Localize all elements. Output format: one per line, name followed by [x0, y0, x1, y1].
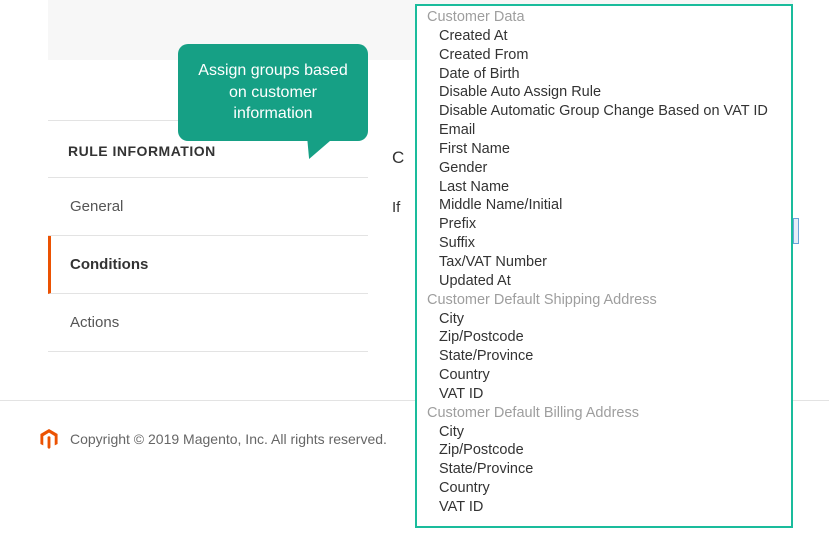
dropdown-option[interactable]: Suffix: [417, 234, 791, 253]
dropdown-group-label: Customer Default Shipping Address: [417, 291, 791, 310]
dropdown-option[interactable]: Middle Name/Initial: [417, 196, 791, 215]
magento-logo-icon: [40, 429, 58, 449]
dropdown-option[interactable]: VAT ID: [417, 498, 791, 517]
dropdown-option[interactable]: Country: [417, 366, 791, 385]
dropdown-option[interactable]: Zip/Postcode: [417, 328, 791, 347]
dropdown-option[interactable]: State/Province: [417, 347, 791, 366]
dropdown-option[interactable]: Email: [417, 121, 791, 140]
dropdown-group-label: Customer Data: [417, 8, 791, 27]
dropdown-option[interactable]: City: [417, 423, 791, 442]
section-heading-initial: C: [392, 148, 404, 168]
dropdown-option[interactable]: Created From: [417, 46, 791, 65]
dropdown-option[interactable]: State/Province: [417, 460, 791, 479]
dropdown-option[interactable]: First Name: [417, 140, 791, 159]
dropdown-option[interactable]: Country: [417, 479, 791, 498]
dropdown-option[interactable]: Disable Auto Assign Rule: [417, 83, 791, 102]
dropdown-option[interactable]: VAT ID: [417, 385, 791, 404]
condition-if-label: If: [392, 199, 400, 216]
tooltip-callout: Assign groups based on customer informat…: [178, 44, 368, 141]
nav-item-general[interactable]: General: [48, 178, 368, 236]
dropdown-group-label: Customer Default Billing Address: [417, 404, 791, 423]
nav-item-conditions[interactable]: Conditions: [48, 236, 368, 294]
dropdown-option[interactable]: Zip/Postcode: [417, 441, 791, 460]
select-handle-icon: [793, 218, 799, 244]
nav-item-actions[interactable]: Actions: [48, 294, 368, 352]
copyright-text: Copyright © 2019 Magento, Inc. All right…: [70, 431, 387, 447]
tooltip-text: Assign groups based on customer informat…: [198, 62, 347, 122]
dropdown-option[interactable]: Gender: [417, 159, 791, 178]
dropdown-option[interactable]: Tax/VAT Number: [417, 253, 791, 272]
dropdown-option[interactable]: Last Name: [417, 178, 791, 197]
dropdown-option[interactable]: Updated At: [417, 272, 791, 291]
dropdown-option[interactable]: Prefix: [417, 215, 791, 234]
dropdown-option[interactable]: Date of Birth: [417, 65, 791, 84]
rule-nav: GeneralConditionsActions: [48, 178, 368, 352]
dropdown-option[interactable]: City: [417, 310, 791, 329]
dropdown-option[interactable]: Disable Automatic Group Change Based on …: [417, 102, 791, 121]
condition-attribute-dropdown[interactable]: Customer DataCreated AtCreated FromDate …: [415, 4, 793, 528]
dropdown-option[interactable]: Created At: [417, 27, 791, 46]
